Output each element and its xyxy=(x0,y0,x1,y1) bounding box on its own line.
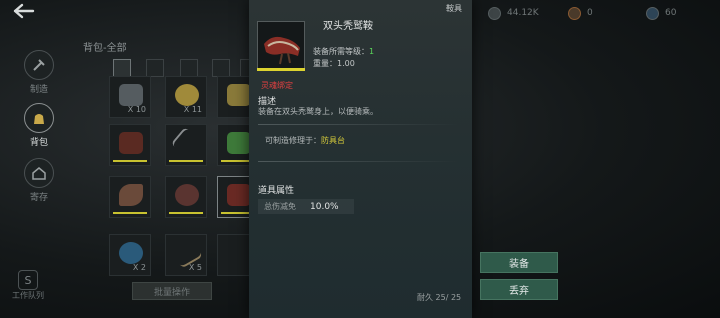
inventory-slot[interactable] xyxy=(109,176,151,218)
back-icon[interactable] xyxy=(12,3,36,19)
queue-icon: S xyxy=(18,270,38,290)
sidebar-item-label: 寄存 xyxy=(29,193,48,203)
category-tab[interactable] xyxy=(180,59,198,77)
inventory-slot[interactable]: X 2 xyxy=(109,234,151,276)
quality-bar xyxy=(257,68,305,71)
sidebar-item-label: 制造 xyxy=(29,85,48,95)
house-icon xyxy=(24,158,54,188)
sidebar-item-craft[interactable]: 制造 xyxy=(22,50,56,95)
coin-resource: 44.12K xyxy=(488,4,539,22)
work-queue-button[interactable]: S 工作队列 xyxy=(8,270,48,301)
inventory-title: 背包-全部 xyxy=(83,43,127,54)
coin-icon xyxy=(488,6,501,20)
inventory-slot[interactable] xyxy=(165,124,207,166)
gem-icon xyxy=(568,6,581,20)
soulbound-label: 灵魂绑定 xyxy=(261,81,293,90)
inventory-slot[interactable]: X 10 xyxy=(109,76,151,118)
item-category-tag: 鞍具 xyxy=(446,4,462,13)
bag-icon xyxy=(24,103,54,133)
crystal-icon xyxy=(646,6,659,20)
divider xyxy=(258,161,458,162)
inventory-slot[interactable] xyxy=(165,176,207,218)
sidebar-item-label: 背包 xyxy=(29,138,48,148)
sidebar-item-bag[interactable]: 背包 xyxy=(22,103,56,148)
batch-operation-button[interactable]: 批量操作 xyxy=(132,282,212,300)
discard-button[interactable]: 丢弃 xyxy=(480,279,558,300)
divider xyxy=(258,124,458,125)
category-all-tab[interactable] xyxy=(113,59,131,77)
inventory-slot[interactable]: X 11 xyxy=(165,76,207,118)
crystal-resource: 60 xyxy=(646,4,676,22)
hammer-icon xyxy=(24,50,54,80)
category-tab[interactable] xyxy=(146,59,164,77)
attribute-name: 总伤减免 xyxy=(264,202,296,211)
equip-button[interactable]: 装备 xyxy=(480,252,558,273)
item-detail-panel: 鞍具 双头秃鹫鞍 装备所需等级：1 重量：1.00 灵魂绑定 描述 装备在双头秃… xyxy=(249,0,472,318)
work-queue-label: 工作队列 xyxy=(12,291,44,300)
inventory-slot[interactable] xyxy=(109,124,151,166)
gem-resource: 0 xyxy=(568,4,593,22)
durability: 耐久 25/ 25 xyxy=(417,293,462,302)
required-level: 装备所需等级：1 xyxy=(313,47,375,56)
repair-station: 可制造修理于：防具台 xyxy=(265,136,345,145)
attribute-row: 总伤减免 10.0% xyxy=(258,199,354,214)
category-tab[interactable] xyxy=(212,59,230,77)
item-weight: 重量：1.00 xyxy=(313,59,355,68)
item-name: 双头秃鹫鞍 xyxy=(323,21,373,32)
saddle-icon xyxy=(257,21,305,69)
attribute-value: 10.0% xyxy=(310,201,339,212)
inventory-slot[interactable]: X 5 xyxy=(165,234,207,276)
attributes-title: 道具属性 xyxy=(258,186,295,196)
sidebar-item-storage[interactable]: 寄存 xyxy=(22,158,56,203)
description-text: 装备在双头秃鹫身上，以便骑乘。 xyxy=(258,107,378,116)
